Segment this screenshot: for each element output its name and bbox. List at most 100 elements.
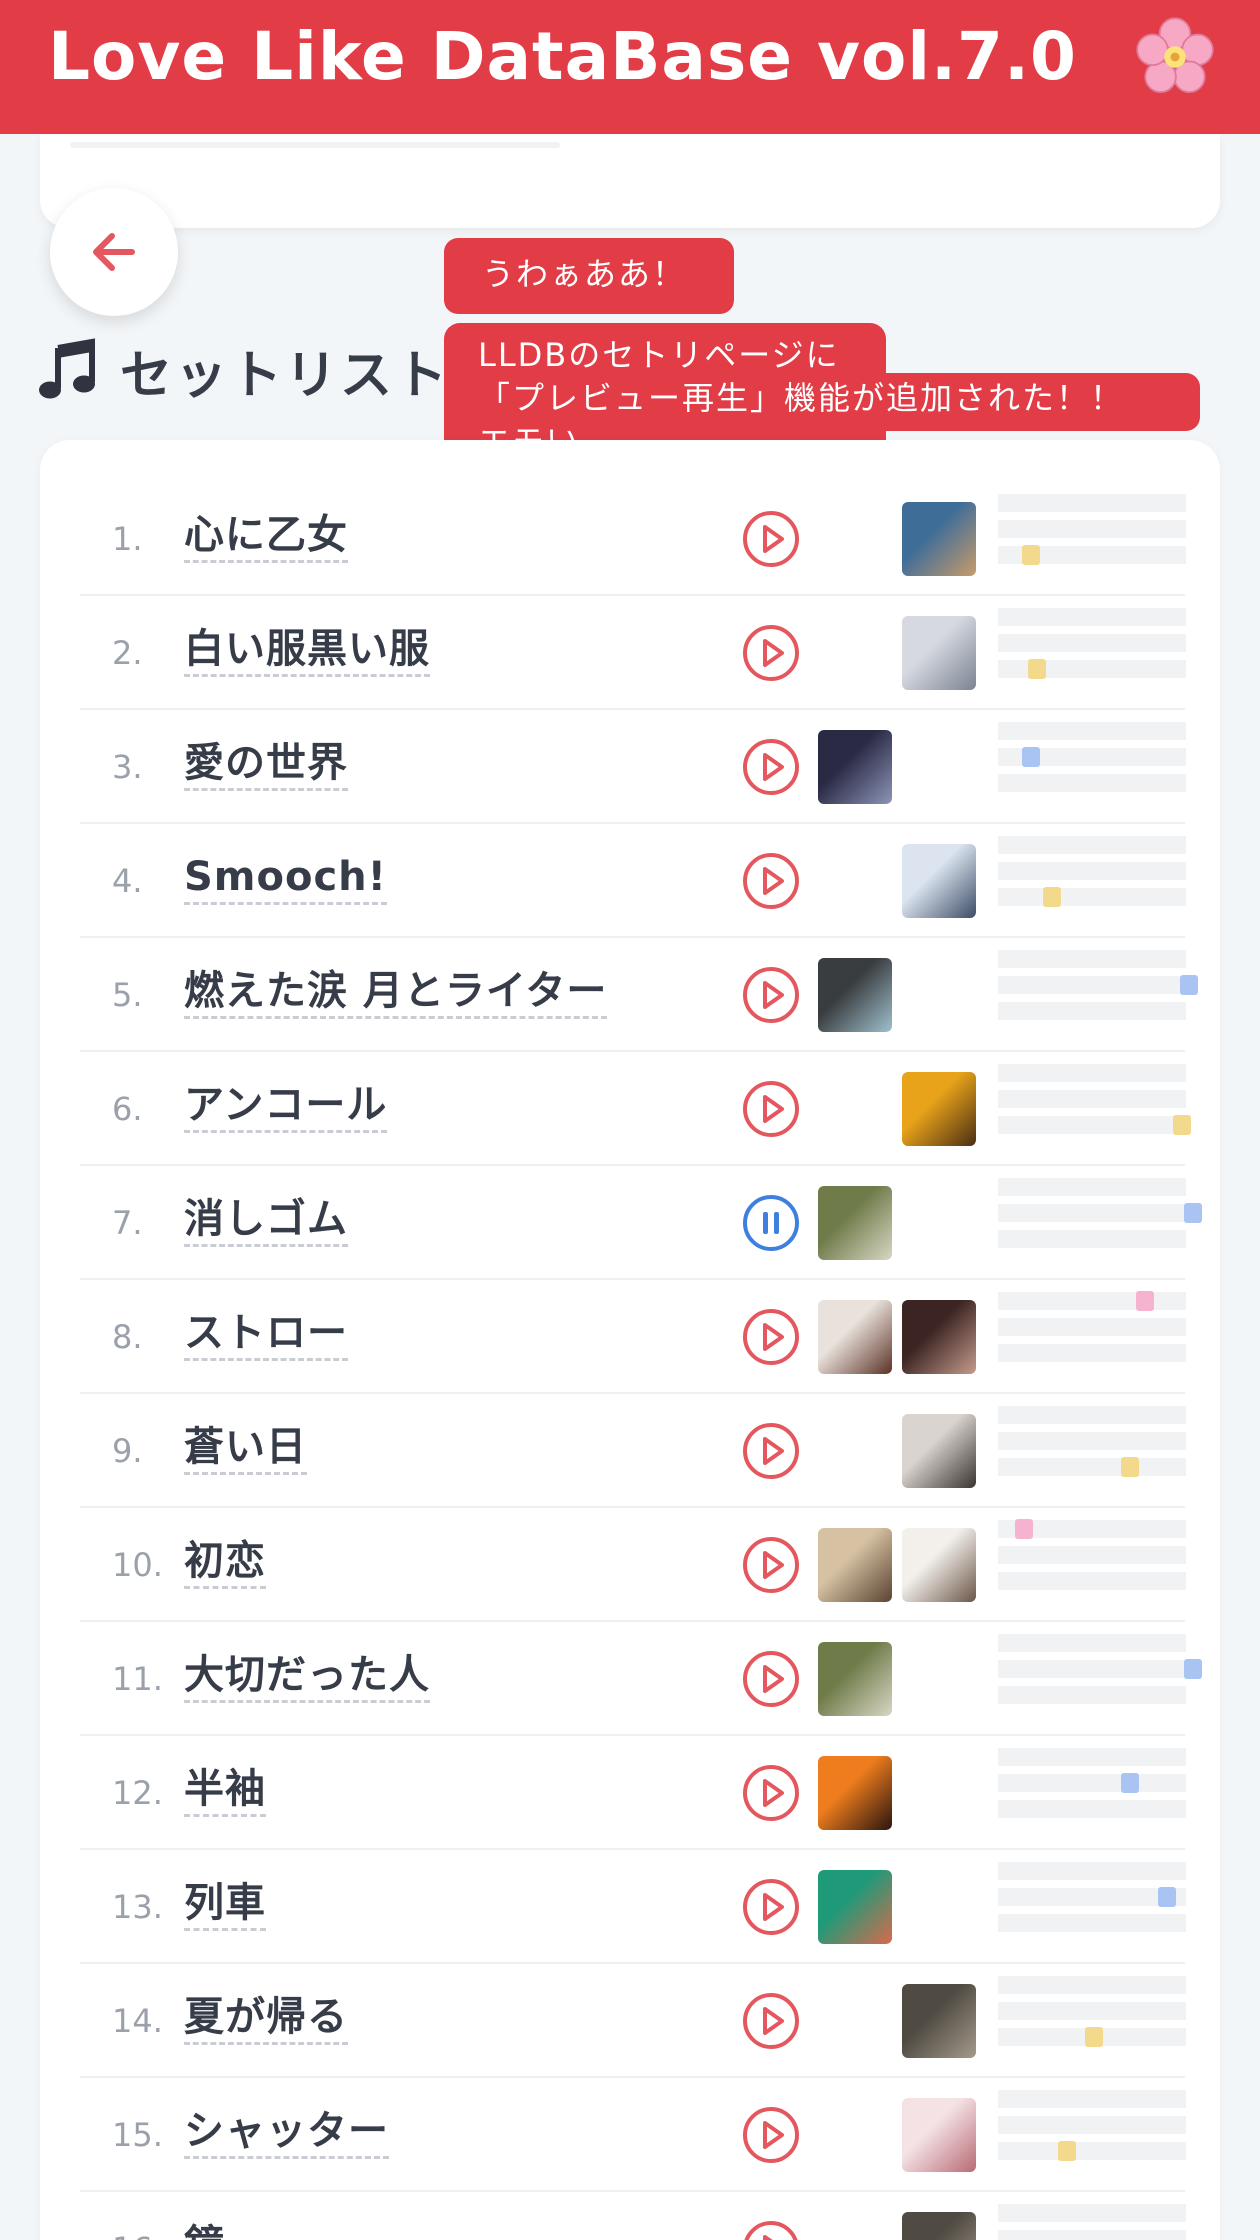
setlist-row: 8. ストロー: [80, 1280, 1186, 1394]
album-thumbnail[interactable]: [902, 502, 976, 576]
track-number: 1.: [112, 520, 143, 558]
album-thumbnail[interactable]: [902, 844, 976, 918]
song-title-link[interactable]: 燃えた涙 月とライター: [184, 966, 608, 1019]
album-thumbnail[interactable]: [902, 1300, 976, 1374]
song-title-link[interactable]: 蒼い日: [184, 1422, 307, 1475]
chart-bar: [998, 1406, 1186, 1424]
setlist-row: 1. 心に乙女: [80, 482, 1186, 596]
chart-bar: [998, 1432, 1186, 1450]
chart-marker: [1158, 1887, 1176, 1907]
play-button[interactable]: [742, 2220, 800, 2240]
appearance-chart: [998, 1862, 1186, 1952]
album-thumbnail[interactable]: [902, 1072, 976, 1146]
play-button[interactable]: [742, 852, 800, 910]
song-title-link[interactable]: アンコール: [184, 1080, 388, 1133]
back-button[interactable]: [50, 188, 178, 316]
album-thumbnail[interactable]: [818, 958, 892, 1032]
album-thumbnail[interactable]: [818, 1756, 892, 1830]
song-title-link[interactable]: 半袖: [184, 1764, 266, 1817]
pause-button[interactable]: [742, 1194, 800, 1252]
play-button[interactable]: [742, 510, 800, 568]
song-title-link[interactable]: 大切だった人: [184, 1650, 430, 1703]
chart-bar: [998, 2230, 1186, 2240]
play-button[interactable]: [742, 1878, 800, 1936]
album-thumbnail[interactable]: [818, 1870, 892, 1944]
album-thumbnail[interactable]: [818, 1528, 892, 1602]
chart-marker: [1184, 1659, 1202, 1679]
song-title-link[interactable]: 鏡: [184, 2220, 225, 2240]
album-thumbnail[interactable]: [902, 1984, 976, 2058]
chart-bar: [998, 1458, 1186, 1476]
song-title-link[interactable]: 列車: [184, 1878, 266, 1931]
track-number: 10.: [112, 1546, 163, 1584]
album-thumbnail[interactable]: [902, 2212, 976, 2240]
play-button[interactable]: [742, 1650, 800, 1708]
chart-bar: [998, 774, 1186, 792]
chart-bar: [998, 2002, 1186, 2020]
album-thumbnail[interactable]: [902, 616, 976, 690]
app-header: Love Like DataBase vol.7.0: [0, 0, 1260, 134]
chart-bar: [998, 1090, 1186, 1108]
appearance-chart: [998, 1406, 1186, 1496]
appearance-chart: [998, 836, 1186, 926]
play-button[interactable]: [742, 2106, 800, 2164]
track-number: 8.: [112, 1318, 143, 1356]
song-title-link[interactable]: シャッター: [184, 2106, 389, 2159]
chart-marker: [1121, 1457, 1139, 1477]
album-thumbnail[interactable]: [902, 2098, 976, 2172]
appearance-chart: [998, 2090, 1186, 2180]
chart-bar: [998, 1318, 1186, 1336]
play-button[interactable]: [742, 738, 800, 796]
play-button[interactable]: [742, 624, 800, 682]
setlist-row: 9. 蒼い日: [80, 1394, 1186, 1508]
chart-marker: [1173, 1115, 1191, 1135]
play-button[interactable]: [742, 1992, 800, 2050]
bubble-line: 「プレビュー再生」機能が追加された！！: [478, 379, 1125, 417]
chart-bar: [998, 888, 1186, 906]
song-title-link[interactable]: 心に乙女: [184, 510, 348, 563]
play-button[interactable]: [742, 1422, 800, 1480]
play-button[interactable]: [742, 1080, 800, 1138]
chart-marker: [1022, 747, 1040, 767]
play-button[interactable]: [742, 966, 800, 1024]
setlist-row: 10. 初恋: [80, 1508, 1186, 1622]
play-button[interactable]: [742, 1536, 800, 1594]
song-title-link[interactable]: 愛の世界: [184, 738, 348, 791]
album-thumbnail[interactable]: [818, 1300, 892, 1374]
setlist-row: 7. 消しゴム: [80, 1166, 1202, 1280]
appearance-chart: [998, 608, 1186, 698]
chart-marker: [1184, 1203, 1202, 1223]
play-button[interactable]: [742, 1308, 800, 1366]
setlist-row: 2. 白い服黒い服: [80, 596, 1186, 710]
section-header: セットリスト: [38, 330, 450, 410]
song-title-link[interactable]: 初恋: [184, 1536, 266, 1589]
album-thumbnail[interactable]: [902, 1414, 976, 1488]
chart-bar: [998, 520, 1186, 538]
album-thumbnail[interactable]: [818, 1642, 892, 1716]
setlist-row: 15. シャッター: [80, 2078, 1186, 2192]
chart-bar: [998, 1064, 1186, 1082]
arrow-left-icon: [93, 233, 135, 271]
cherry-blossom-icon: [1136, 17, 1214, 93]
setlist-row: 6. アンコール: [80, 1052, 1191, 1166]
song-title-link[interactable]: 夏が帰る: [184, 1992, 348, 2045]
info-card: [40, 134, 1220, 228]
setlist-row: 13. 列車: [80, 1850, 1186, 1964]
song-title-link[interactable]: Smooch!: [184, 852, 387, 905]
track-number: 16.: [112, 2192, 163, 2240]
chart-bar: [998, 862, 1186, 880]
chart-bar: [998, 1178, 1186, 1196]
chart-bar: [998, 2116, 1186, 2134]
track-number: 7.: [112, 1204, 143, 1242]
album-thumbnail[interactable]: [818, 1186, 892, 1260]
song-title-link[interactable]: ストロー: [184, 1308, 348, 1361]
chart-bar: [998, 1774, 1186, 1792]
chart-bar: [998, 1748, 1186, 1766]
album-thumbnail[interactable]: [818, 730, 892, 804]
play-button[interactable]: [742, 1764, 800, 1822]
chart-marker: [1028, 659, 1046, 679]
chart-marker: [1121, 1773, 1139, 1793]
album-thumbnail[interactable]: [902, 1528, 976, 1602]
song-title-link[interactable]: 消しゴム: [184, 1194, 348, 1247]
song-title-link[interactable]: 白い服黒い服: [184, 624, 430, 677]
